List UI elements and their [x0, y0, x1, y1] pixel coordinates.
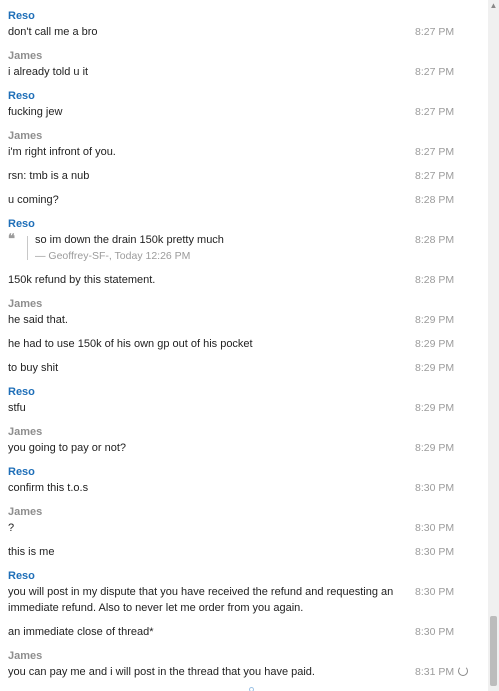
message-time: 8:30 PM: [415, 626, 455, 638]
sender-name: James: [8, 426, 43, 438]
message-time: 8:28 PM: [415, 194, 455, 206]
message-line: this is me 8:30 PM: [8, 544, 488, 560]
message-text: u coming?: [8, 194, 59, 206]
quote-icon: ❝: [8, 232, 15, 247]
message-line: to buy shit 8:29 PM: [8, 360, 488, 376]
message-line: you will post in my dispute that you hav…: [8, 584, 488, 616]
message-line: ? 8:30 PM: [8, 520, 488, 536]
chevron-up-icon[interactable]: ▲: [488, 0, 499, 12]
message-time: 8:30 PM: [415, 586, 455, 598]
message-group: Reso stfu 8:29 PM: [8, 384, 488, 416]
message-line: he said that. 8:29 PM: [8, 312, 488, 328]
sender-name: Reso: [8, 90, 35, 102]
scrollbar-thumb[interactable]: [490, 616, 497, 686]
quote-source[interactable]: — Geoffrey-SF-, Today 12:26 PM: [35, 248, 190, 264]
message-text: he said that.: [8, 314, 68, 326]
message-time: 8:27 PM: [415, 26, 455, 38]
message-text: ?: [8, 522, 15, 534]
quote-text: so im down the drain 150k pretty much: [35, 234, 224, 246]
message-time: 8:27 PM: [415, 146, 455, 158]
loading-spinner-icon: [458, 666, 468, 676]
sender-name: Reso: [8, 218, 35, 230]
message-group: Reso confirm this t.o.s 8:30 PM: [8, 464, 488, 496]
message-text: don't call me a bro: [8, 26, 98, 38]
message-text: to buy shit: [8, 362, 59, 374]
message-time: 8:28 PM: [415, 234, 455, 246]
sender-name: Reso: [8, 570, 35, 582]
message-group: James you going to pay or not? 8:29 PM: [8, 424, 488, 456]
message-time: 8:29 PM: [415, 402, 455, 414]
chat-log: Reso don't call me a bro 8:27 PM James i…: [0, 0, 488, 691]
sender-name: James: [8, 130, 43, 142]
message-time: 8:27 PM: [415, 66, 455, 78]
message-line: confirm this t.o.s 8:30 PM: [8, 480, 488, 496]
message-text: an immediate close of thread*: [8, 626, 154, 638]
message-group: Reso you will post in my dispute that yo…: [8, 568, 488, 640]
message-time: 8:30 PM: [415, 546, 455, 558]
message-text: this is me: [8, 546, 55, 558]
message-line: you going to pay or not? 8:29 PM: [8, 440, 488, 456]
sender-name: James: [8, 506, 43, 518]
message-text: confirm this t.o.s: [8, 482, 89, 494]
scrollbar[interactable]: ▲: [488, 0, 499, 691]
message-time: 8:29 PM: [415, 338, 455, 350]
quote-block[interactable]: ❝ so im down the drain 150k pretty much …: [8, 232, 488, 264]
message-text: i already told u it: [8, 66, 89, 78]
sender-name: Reso: [8, 386, 35, 398]
message-text: stfu: [8, 402, 26, 414]
message-time: 8:28 PM: [415, 274, 455, 286]
message-text: 150k refund by this statement.: [8, 274, 156, 286]
message-line: rsn: tmb is a nub 8:27 PM: [8, 168, 488, 184]
message-line: he had to use 150k of his own gp out of …: [8, 336, 488, 352]
quote-bar: [27, 236, 28, 260]
scroll-indicator-icon: [249, 687, 254, 691]
message-time: 8:30 PM: [415, 482, 455, 494]
message-group: James you can pay me and i will post in …: [8, 648, 488, 680]
message-time: 8:27 PM: [415, 106, 455, 118]
message-time: 8:29 PM: [415, 442, 455, 454]
message-group: Reso don't call me a bro 8:27 PM: [8, 8, 488, 40]
message-line: u coming? 8:28 PM: [8, 192, 488, 208]
message-group: James ? 8:30 PM this is me 8:30 PM: [8, 504, 488, 560]
message-time: 8:30 PM: [415, 522, 455, 534]
message-text: i'm right infront of you.: [8, 146, 116, 158]
message-group: James i already told u it 8:27 PM: [8, 48, 488, 80]
message-text: you will post in my dispute that you hav…: [8, 586, 394, 614]
sender-name: Reso: [8, 10, 35, 22]
message-line: don't call me a bro 8:27 PM: [8, 24, 488, 40]
message-time: 8:31 PM: [415, 666, 455, 678]
message-time: 8:27 PM: [415, 170, 455, 182]
sender-name: Reso: [8, 466, 35, 478]
message-line: an immediate close of thread* 8:30 PM: [8, 624, 488, 640]
message-line: i already told u it 8:27 PM: [8, 64, 488, 80]
message-text: rsn: tmb is a nub: [8, 170, 90, 182]
message-text: you can pay me and i will post in the th…: [8, 666, 315, 678]
message-line: i'm right infront of you. 8:27 PM: [8, 144, 488, 160]
message-group: Reso ❝ so im down the drain 150k pretty …: [8, 216, 488, 288]
message-text: fucking jew: [8, 106, 63, 118]
sender-name: James: [8, 298, 43, 310]
message-line: fucking jew 8:27 PM: [8, 104, 488, 120]
message-line: you can pay me and i will post in the th…: [8, 664, 488, 680]
message-group: James he said that. 8:29 PM he had to us…: [8, 296, 488, 376]
message-line: 150k refund by this statement. 8:28 PM: [8, 272, 488, 288]
message-group: Reso fucking jew 8:27 PM: [8, 88, 488, 120]
sender-name: James: [8, 50, 43, 62]
message-text: you going to pay or not?: [8, 442, 127, 454]
message-group: James i'm right infront of you. 8:27 PM …: [8, 128, 488, 208]
sender-name: James: [8, 650, 43, 662]
message-text: he had to use 150k of his own gp out of …: [8, 338, 253, 350]
message-line: stfu 8:29 PM: [8, 400, 488, 416]
message-time: 8:29 PM: [415, 362, 455, 374]
message-time: 8:29 PM: [415, 314, 455, 326]
